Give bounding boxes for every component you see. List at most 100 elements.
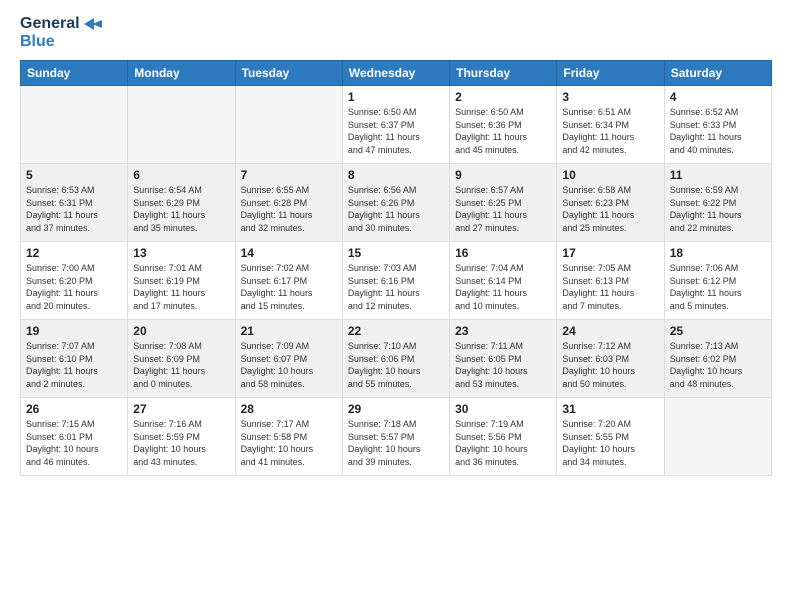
- day-number: 8: [348, 168, 444, 182]
- calendar-cell: 27 Sunrise: 7:16 AM Sunset: 5:59 PM Dayli…: [128, 398, 235, 476]
- calendar-table: SundayMondayTuesdayWednesdayThursdayFrid…: [20, 60, 772, 476]
- calendar-cell: 13 Sunrise: 7:01 AM Sunset: 6:19 PM Dayli…: [128, 242, 235, 320]
- day-number: 12: [26, 246, 122, 260]
- col-header-friday: Friday: [557, 61, 664, 86]
- calendar-cell: 14 Sunrise: 7:02 AM Sunset: 6:17 PM Dayli…: [235, 242, 342, 320]
- day-number: 3: [562, 90, 658, 104]
- calendar-cell: 19 Sunrise: 7:07 AM Sunset: 6:10 PM Dayli…: [21, 320, 128, 398]
- day-number: 26: [26, 402, 122, 416]
- calendar-cell: 1Sunrise: 6:50 AM Sunset: 6:37 PM Daylig…: [342, 86, 449, 164]
- day-number: 15: [348, 246, 444, 260]
- col-header-sunday: Sunday: [21, 61, 128, 86]
- day-info: Sunrise: 6:57 AM Sunset: 6:25 PM Dayligh…: [455, 184, 551, 234]
- day-info: Sunrise: 7:13 AM Sunset: 6:02 PM Dayligh…: [670, 340, 766, 390]
- day-number: 5: [26, 168, 122, 182]
- day-number: 22: [348, 324, 444, 338]
- calendar-cell: 6 Sunrise: 6:54 AM Sunset: 6:29 PM Daylig…: [128, 164, 235, 242]
- week-row-3: 12 Sunrise: 7:00 AM Sunset: 6:20 PM Dayli…: [21, 242, 772, 320]
- day-number: 29: [348, 402, 444, 416]
- day-info: Sunrise: 7:01 AM Sunset: 6:19 PM Dayligh…: [133, 262, 229, 312]
- calendar-cell: 3 Sunrise: 6:51 AM Sunset: 6:34 PM Daylig…: [557, 86, 664, 164]
- col-header-tuesday: Tuesday: [235, 61, 342, 86]
- day-info: Sunrise: 6:58 AM Sunset: 6:23 PM Dayligh…: [562, 184, 658, 234]
- calendar-cell: 31 Sunrise: 7:20 AM Sunset: 5:55 PM Dayli…: [557, 398, 664, 476]
- day-number: 11: [670, 168, 766, 182]
- day-info: Sunrise: 7:02 AM Sunset: 6:17 PM Dayligh…: [241, 262, 337, 312]
- day-info: Sunrise: 7:08 AM Sunset: 6:09 PM Dayligh…: [133, 340, 229, 390]
- day-info: Sunrise: 6:54 AM Sunset: 6:29 PM Dayligh…: [133, 184, 229, 234]
- calendar-cell: 26 Sunrise: 7:15 AM Sunset: 6:01 PM Dayli…: [21, 398, 128, 476]
- calendar-cell: 9Sunrise: 6:57 AM Sunset: 6:25 PM Daylig…: [450, 164, 557, 242]
- day-info: Sunrise: 7:16 AM Sunset: 5:59 PM Dayligh…: [133, 418, 229, 468]
- calendar-cell: 21 Sunrise: 7:09 AM Sunset: 6:07 PM Dayli…: [235, 320, 342, 398]
- calendar-cell: [128, 86, 235, 164]
- day-info: Sunrise: 7:03 AM Sunset: 6:16 PM Dayligh…: [348, 262, 444, 312]
- col-header-monday: Monday: [128, 61, 235, 86]
- day-number: 17: [562, 246, 658, 260]
- day-info: Sunrise: 7:10 AM Sunset: 6:06 PM Dayligh…: [348, 340, 444, 390]
- day-info: Sunrise: 7:04 AM Sunset: 6:14 PM Dayligh…: [455, 262, 551, 312]
- week-row-5: 26 Sunrise: 7:15 AM Sunset: 6:01 PM Dayli…: [21, 398, 772, 476]
- calendar-cell: 4 Sunrise: 6:52 AM Sunset: 6:33 PM Daylig…: [664, 86, 771, 164]
- day-info: Sunrise: 6:50 AM Sunset: 6:37 PM Dayligh…: [348, 106, 444, 156]
- calendar-cell: 5Sunrise: 6:53 AM Sunset: 6:31 PM Daylig…: [21, 164, 128, 242]
- header: General Blue: [20, 15, 772, 50]
- day-info: Sunrise: 7:09 AM Sunset: 6:07 PM Dayligh…: [241, 340, 337, 390]
- day-number: 20: [133, 324, 229, 338]
- logo-blue: Blue: [20, 33, 102, 51]
- day-number: 6: [133, 168, 229, 182]
- day-number: 23: [455, 324, 551, 338]
- day-number: 31: [562, 402, 658, 416]
- day-info: Sunrise: 6:51 AM Sunset: 6:34 PM Dayligh…: [562, 106, 658, 156]
- logo-bird-icon: [82, 16, 102, 32]
- calendar-cell: 28 Sunrise: 7:17 AM Sunset: 5:58 PM Dayli…: [235, 398, 342, 476]
- day-info: Sunrise: 7:19 AM Sunset: 5:56 PM Dayligh…: [455, 418, 551, 468]
- calendar-cell: 16Sunrise: 7:04 AM Sunset: 6:14 PM Dayli…: [450, 242, 557, 320]
- week-row-1: 1Sunrise: 6:50 AM Sunset: 6:37 PM Daylig…: [21, 86, 772, 164]
- calendar-cell: [664, 398, 771, 476]
- calendar-cell: 8 Sunrise: 6:56 AM Sunset: 6:26 PM Daylig…: [342, 164, 449, 242]
- day-number: 18: [670, 246, 766, 260]
- calendar-cell: 30Sunrise: 7:19 AM Sunset: 5:56 PM Dayli…: [450, 398, 557, 476]
- day-info: Sunrise: 7:07 AM Sunset: 6:10 PM Dayligh…: [26, 340, 122, 390]
- day-info: Sunrise: 6:59 AM Sunset: 6:22 PM Dayligh…: [670, 184, 766, 234]
- day-info: Sunrise: 6:50 AM Sunset: 6:36 PM Dayligh…: [455, 106, 551, 156]
- day-info: Sunrise: 7:18 AM Sunset: 5:57 PM Dayligh…: [348, 418, 444, 468]
- day-info: Sunrise: 7:06 AM Sunset: 6:12 PM Dayligh…: [670, 262, 766, 312]
- day-number: 25: [670, 324, 766, 338]
- day-number: 28: [241, 402, 337, 416]
- day-info: Sunrise: 7:17 AM Sunset: 5:58 PM Dayligh…: [241, 418, 337, 468]
- day-info: Sunrise: 7:15 AM Sunset: 6:01 PM Dayligh…: [26, 418, 122, 468]
- day-number: 10: [562, 168, 658, 182]
- calendar-cell: 7Sunrise: 6:55 AM Sunset: 6:28 PM Daylig…: [235, 164, 342, 242]
- calendar-cell: 29 Sunrise: 7:18 AM Sunset: 5:57 PM Dayli…: [342, 398, 449, 476]
- day-info: Sunrise: 7:05 AM Sunset: 6:13 PM Dayligh…: [562, 262, 658, 312]
- day-number: 24: [562, 324, 658, 338]
- day-number: 2: [455, 90, 551, 104]
- day-info: Sunrise: 6:56 AM Sunset: 6:26 PM Dayligh…: [348, 184, 444, 234]
- calendar-cell: 24Sunrise: 7:12 AM Sunset: 6:03 PM Dayli…: [557, 320, 664, 398]
- calendar-cell: 12 Sunrise: 7:00 AM Sunset: 6:20 PM Dayli…: [21, 242, 128, 320]
- logo-general: General: [20, 15, 80, 33]
- col-header-saturday: Saturday: [664, 61, 771, 86]
- day-number: 14: [241, 246, 337, 260]
- calendar-cell: 15 Sunrise: 7:03 AM Sunset: 6:16 PM Dayli…: [342, 242, 449, 320]
- day-number: 21: [241, 324, 337, 338]
- col-header-thursday: Thursday: [450, 61, 557, 86]
- day-number: 19: [26, 324, 122, 338]
- day-info: Sunrise: 6:52 AM Sunset: 6:33 PM Dayligh…: [670, 106, 766, 156]
- day-info: Sunrise: 7:00 AM Sunset: 6:20 PM Dayligh…: [26, 262, 122, 312]
- day-number: 4: [670, 90, 766, 104]
- calendar-cell: 17 Sunrise: 7:05 AM Sunset: 6:13 PM Dayli…: [557, 242, 664, 320]
- day-number: 27: [133, 402, 229, 416]
- calendar-cell: 20 Sunrise: 7:08 AM Sunset: 6:09 PM Dayli…: [128, 320, 235, 398]
- day-info: Sunrise: 7:20 AM Sunset: 5:55 PM Dayligh…: [562, 418, 658, 468]
- calendar-cell: [235, 86, 342, 164]
- logo: General Blue: [20, 15, 102, 50]
- calendar-cell: 2 Sunrise: 6:50 AM Sunset: 6:36 PM Daylig…: [450, 86, 557, 164]
- calendar-cell: 11 Sunrise: 6:59 AM Sunset: 6:22 PM Dayli…: [664, 164, 771, 242]
- week-row-2: 5Sunrise: 6:53 AM Sunset: 6:31 PM Daylig…: [21, 164, 772, 242]
- day-info: Sunrise: 6:55 AM Sunset: 6:28 PM Dayligh…: [241, 184, 337, 234]
- week-row-4: 19 Sunrise: 7:07 AM Sunset: 6:10 PM Dayli…: [21, 320, 772, 398]
- day-number: 13: [133, 246, 229, 260]
